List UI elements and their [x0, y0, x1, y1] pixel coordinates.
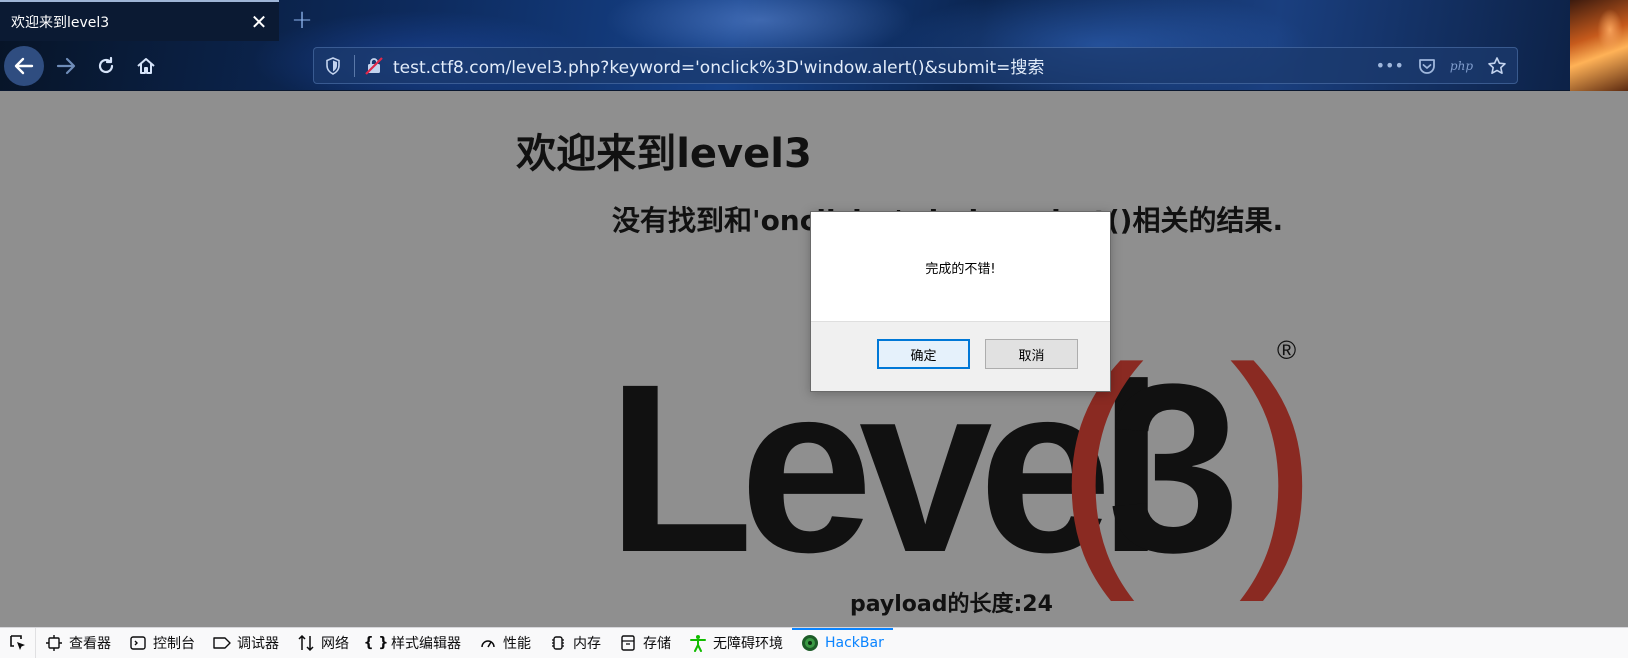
performance-icon [479, 635, 497, 651]
tracking-protection-shield-icon[interactable] [318, 47, 348, 84]
inspector-icon [45, 635, 63, 651]
home-icon[interactable] [126, 46, 166, 86]
devtools-tab-network[interactable]: 网络 [288, 628, 358, 658]
storage-icon [619, 635, 637, 651]
console-icon [129, 635, 147, 651]
memory-icon [549, 635, 567, 651]
php-extension-icon[interactable]: php [1450, 59, 1473, 73]
logo-registered-mark: ® [1277, 335, 1296, 365]
ok-button[interactable]: 确定 [877, 339, 970, 369]
devtools-tab-label: 查看器 [69, 636, 111, 652]
devtools-tab-performance[interactable]: 性能 [470, 628, 540, 658]
devtools-tab-style-editor[interactable]: { } 样式编辑器 [358, 628, 470, 658]
devtools-tab-label: 调试器 [237, 636, 279, 652]
logo-digit: 3 [1107, 334, 1240, 601]
devtools-tab-accessibility[interactable]: 无障碍环境 [680, 628, 792, 658]
accessibility-icon [689, 634, 707, 652]
back-icon[interactable] [4, 46, 44, 86]
devtools-tab-label: 性能 [503, 636, 531, 652]
devtools-tab-label: HackBar [825, 635, 884, 651]
devtools-tab-inspector[interactable]: 查看器 [36, 628, 120, 658]
network-icon [297, 634, 315, 652]
devtools-tab-label: 网络 [321, 636, 349, 652]
bookmark-star-icon[interactable] [1487, 56, 1507, 76]
page-actions-menu-icon[interactable]: ••• [1376, 56, 1404, 75]
page-actions: ••• php [1376, 56, 1507, 76]
devtools-tab-label: 控制台 [153, 636, 195, 652]
style-editor-icon: { } [363, 635, 389, 651]
devtools-tab-hackbar[interactable]: HackBar [792, 627, 893, 659]
hackbar-icon [801, 634, 819, 652]
devtools-tab-label: 内存 [573, 636, 601, 652]
dialog-message: 完成的不错! [925, 262, 996, 277]
address-bar-divider [354, 54, 355, 77]
devtools-tab-label: 样式编辑器 [391, 636, 461, 652]
tab-strip: 欢迎来到level3 ✕ + [0, 0, 1628, 41]
new-tab-icon[interactable]: + [287, 5, 317, 35]
payload-length-text: payload的长度:24 [850, 592, 1053, 617]
alert-dialog: 完成的不错! 确定 取消 [810, 211, 1111, 392]
element-picker-icon[interactable] [0, 628, 36, 658]
url-text[interactable]: test.ctf8.com/level3.php?keyword='onclic… [393, 53, 1376, 78]
address-bar[interactable]: test.ctf8.com/level3.php?keyword='onclic… [313, 47, 1518, 84]
debugger-icon [213, 636, 231, 650]
pocket-icon[interactable] [1418, 57, 1436, 75]
devtools-toolbar: 查看器 控制台 调试器 网络 { } 样式编辑器 性能 内存 存储 无障碍环境 … [0, 627, 1628, 658]
insecure-connection-icon[interactable] [361, 47, 387, 84]
browser-tab[interactable]: 欢迎来到level3 ✕ [0, 0, 279, 41]
devtools-tab-memory[interactable]: 内存 [540, 628, 610, 658]
devtools-tab-label: 无障碍环境 [713, 636, 783, 652]
browser-chrome: 欢迎来到level3 ✕ + test.ctf8.com/level3.php?… [0, 0, 1628, 91]
forward-icon[interactable] [46, 46, 86, 86]
dialog-footer: 确定 取消 [811, 321, 1110, 391]
reload-icon[interactable] [86, 46, 126, 86]
devtools-tab-console[interactable]: 控制台 [120, 628, 204, 658]
devtools-tab-storage[interactable]: 存储 [610, 628, 680, 658]
devtools-tab-label: 存储 [643, 636, 671, 652]
cancel-button[interactable]: 取消 [985, 339, 1078, 369]
logo-right-paren: ) [1229, 313, 1309, 601]
close-tab-icon[interactable]: ✕ [243, 6, 275, 38]
page-title-text: 欢迎来到level3 [516, 131, 812, 177]
navigation-bar: test.ctf8.com/level3.php?keyword='onclic… [0, 41, 1628, 91]
page-title: 欢迎来到level3 [0, 121, 1628, 179]
tab-title: 欢迎来到level3 [11, 14, 110, 31]
devtools-tab-debugger[interactable]: 调试器 [204, 628, 288, 658]
